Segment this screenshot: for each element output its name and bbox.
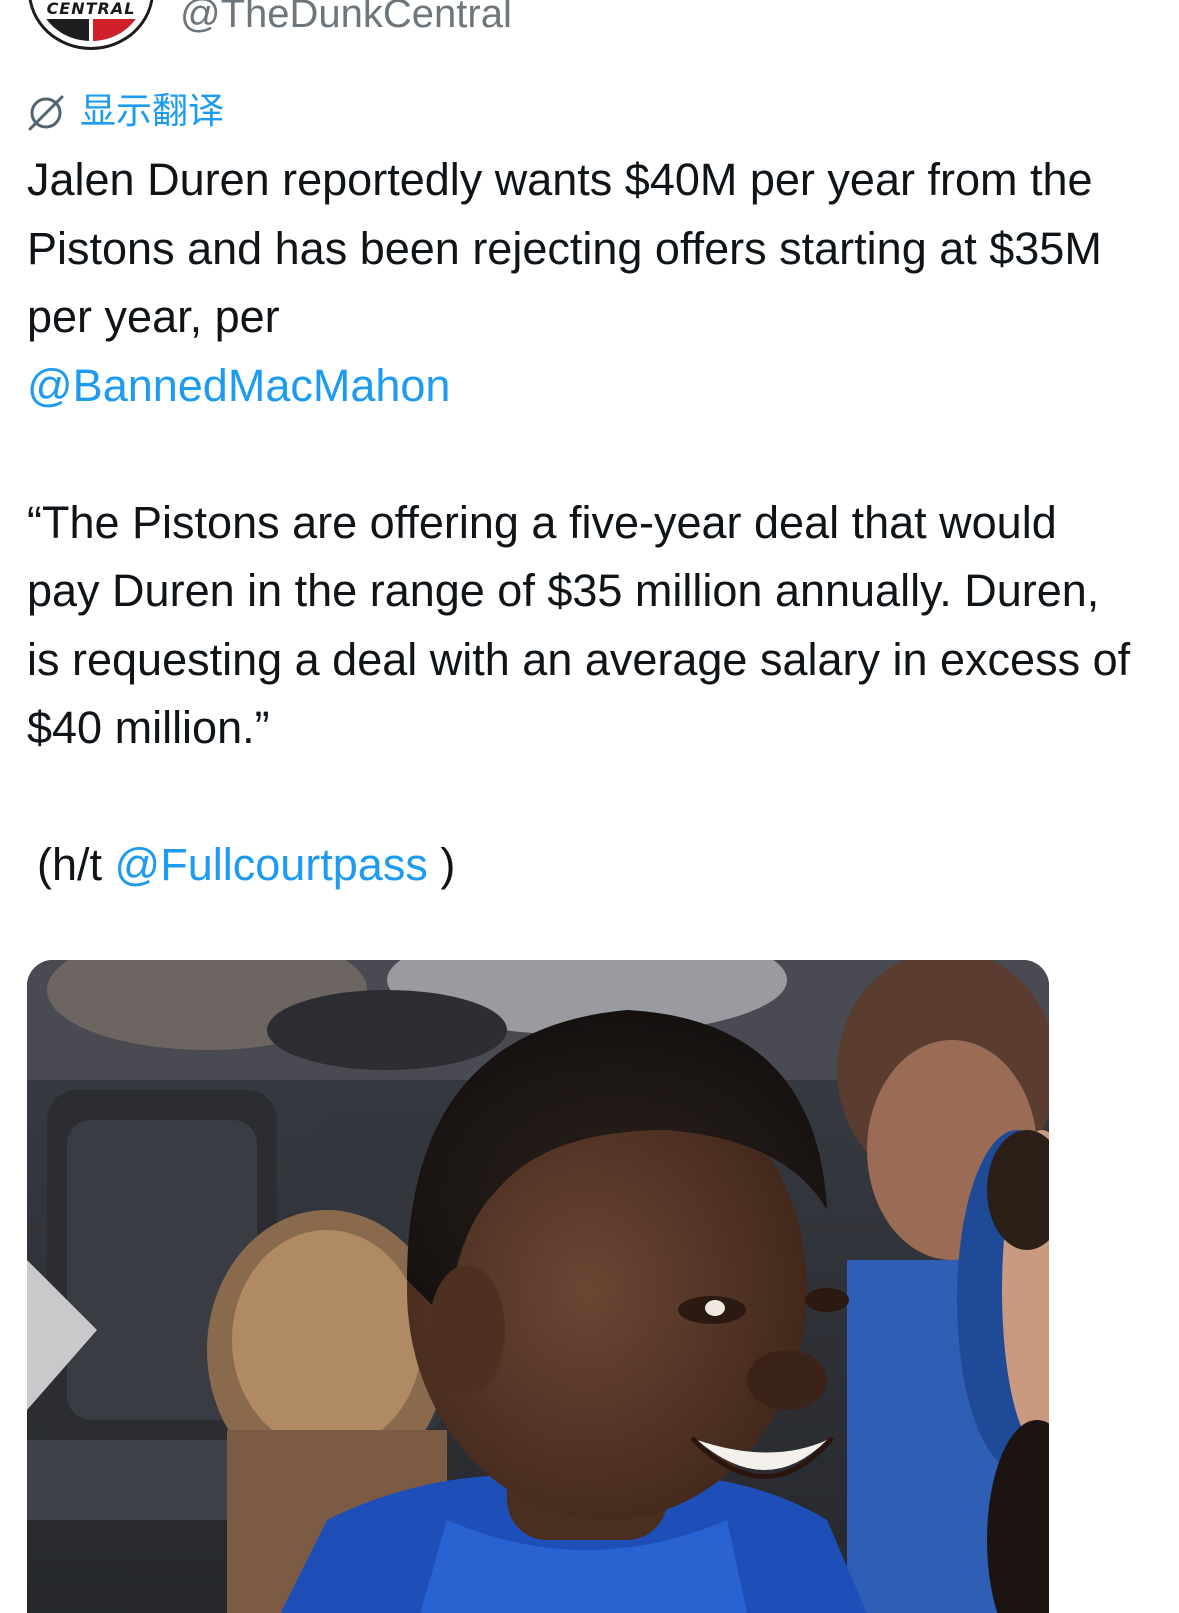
player-photo [27,960,1049,1613]
mention-link-fullcourtpass[interactable]: @Fullcourtpass [115,839,428,890]
avatar[interactable]: CENTRAL [28,0,154,50]
hat-tip-suffix: ) [440,839,456,890]
show-translation-label: 显示翻译 [80,91,225,132]
show-translation-button[interactable]: 显示翻译 [26,90,224,134]
tweet-paragraph-2: “The Pistons are offering a five-year de… [27,496,1131,754]
mention-link-bannedmacmahon[interactable]: @BannedMacMahon [27,360,450,411]
hat-tip-line: (h/t @Fullcourtpass ) [27,831,1137,900]
avatar-logo-text: CENTRAL [31,0,151,19]
tweet-media-photo[interactable] [27,960,1049,1613]
user-handle[interactable]: @TheDunkCentral [180,0,512,40]
tweet-paragraph-1: Jalen Duren reportedly wants $40M per ye… [27,146,1137,420]
tweet-view: CENTRAL @TheDunkCentral 显示翻译 Jalen Duren… [0,0,1179,1613]
translate-globe-icon [26,92,66,132]
tweet-text: Jalen Duren reportedly wants $40M per ye… [27,146,1137,900]
tweet-paragraph-1-text: Jalen Duren reportedly wants $40M per ye… [27,154,1102,342]
hat-tip-prefix: (h/t [37,839,103,890]
